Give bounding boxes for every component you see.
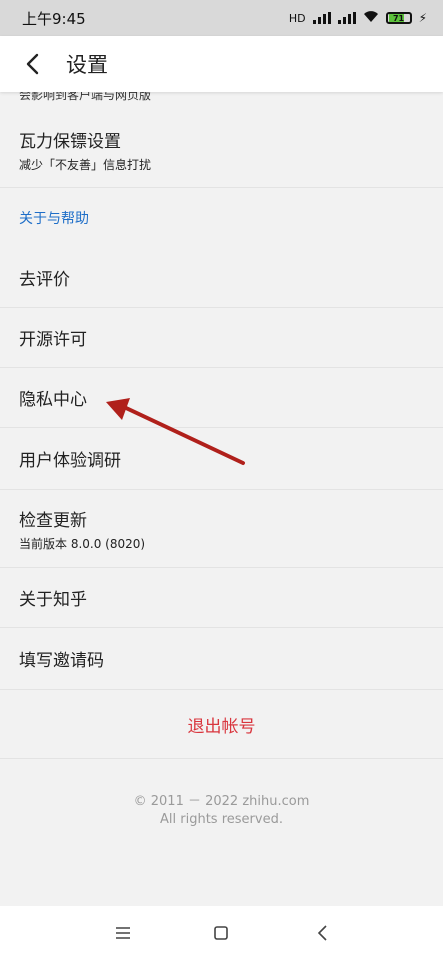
battery-level: 71: [392, 13, 405, 23]
status-time: 上午9:45: [22, 9, 86, 28]
cell-signal-2-icon: [337, 12, 356, 24]
battery-icon: 71: [385, 12, 412, 24]
settings-item-label: 隐私中心: [19, 390, 87, 410]
copyright-footer: © 2011 － 2022 zhihu.com All rights reser…: [0, 793, 443, 829]
settings-list: 会影响到客户端与网页版 瓦力保镖设置 减少「不友善」信息打扰 关于与帮助 去评价…: [0, 92, 443, 829]
cell-signal-icon: [312, 12, 331, 24]
settings-item-about-zhihu[interactable]: 关于知乎: [0, 568, 443, 628]
page-title: 设置: [66, 53, 108, 77]
settings-item-label: 关于知乎: [19, 590, 87, 610]
menu-icon[interactable]: [113, 923, 133, 943]
status-icons: HD 71 ⚡: [289, 10, 427, 26]
settings-item-survey[interactable]: 用户体验调研: [0, 428, 443, 490]
copyright-line: © 2011 － 2022 zhihu.com: [133, 794, 310, 809]
back-icon[interactable]: [312, 923, 332, 943]
version-text: 当前版本 8.0.0 (8020): [19, 536, 146, 551]
partial-subtitle: 会影响到客户端与网页版: [19, 92, 152, 102]
section-header-about: 关于与帮助: [19, 211, 89, 227]
settings-item-wali[interactable]: 瓦力保镖设置 减少「不友善」信息打扰: [0, 112, 443, 188]
charging-icon: ⚡: [418, 11, 427, 25]
settings-item-label: 检查更新: [19, 510, 87, 531]
wifi-icon: [363, 10, 379, 26]
settings-item-privacy[interactable]: 隐私中心: [0, 368, 443, 428]
settings-item-sub: 减少「不友善」信息打扰: [19, 157, 152, 172]
settings-item-label: 去评价: [19, 270, 70, 290]
settings-item-label: 开源许可: [19, 330, 87, 350]
home-icon[interactable]: [211, 923, 231, 943]
settings-item-label: 瓦力保镖设置: [19, 131, 121, 152]
settings-item-check-update[interactable]: 检查更新 当前版本 8.0.0 (8020): [0, 490, 443, 568]
app-bar: 设置: [0, 36, 443, 92]
logout-button[interactable]: 退出帐号: [0, 690, 443, 759]
settings-item-invite-code[interactable]: 填写邀请码: [0, 628, 443, 690]
back-arrow-icon[interactable]: [12, 44, 52, 84]
settings-item-open-source[interactable]: 开源许可: [0, 308, 443, 368]
status-bar: 上午9:45 HD 71 ⚡: [0, 0, 443, 36]
copyright-line-2: All rights reserved.: [160, 812, 283, 827]
settings-item-rate[interactable]: 去评价: [0, 248, 443, 308]
system-nav-bar: [0, 906, 443, 960]
settings-item-label: 用户体验调研: [19, 451, 121, 471]
network-label: HD: [288, 11, 306, 25]
settings-item-label: 填写邀请码: [19, 651, 104, 671]
